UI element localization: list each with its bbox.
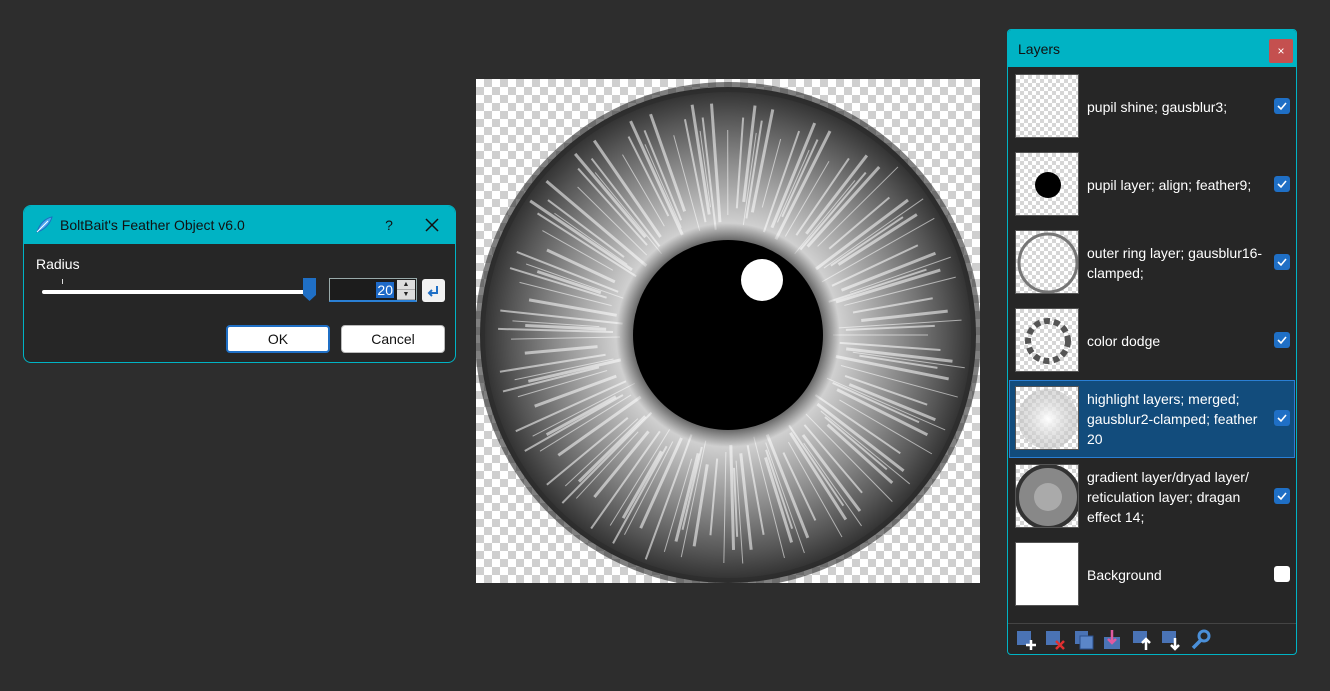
layer-thumbnail <box>1015 230 1079 294</box>
feather-object-dialog: BoltBait's Feather Object v6.0 ? Radius … <box>23 205 456 363</box>
radius-spinner[interactable]: ▲ ▼ <box>397 280 415 300</box>
layer-thumbnail <box>1015 74 1079 138</box>
checkmark-icon <box>1277 336 1287 345</box>
duplicate-layer-icon[interactable] <box>1072 628 1096 652</box>
layer-row[interactable]: pupil layer; align; feather9; <box>1009 146 1295 224</box>
dodge-thumbnail-image <box>1025 318 1071 364</box>
layers-close-button[interactable]: × <box>1269 39 1293 63</box>
layer-thumbnail <box>1015 308 1079 372</box>
layer-name: highlight layers; merged; gausblur2-clam… <box>1087 391 1258 447</box>
layer-properties-icon[interactable] <box>1188 628 1212 652</box>
layer-name: pupil shine; gausblur3; <box>1087 99 1228 115</box>
layer-thumbnail <box>1015 152 1079 216</box>
close-icon <box>425 218 439 232</box>
layer-visibility-checkbox[interactable] <box>1274 410 1290 426</box>
layer-visibility-checkbox[interactable] <box>1274 254 1290 270</box>
layer-name: outer ring layer; gausblur16-clamped; <box>1087 245 1263 281</box>
layer-thumbnail <box>1015 542 1079 606</box>
radius-slider-track[interactable] <box>42 290 312 294</box>
checkmark-icon <box>1277 180 1287 189</box>
layer-thumbnail <box>1015 464 1079 528</box>
reset-button[interactable] <box>422 279 445 302</box>
cancel-button[interactable]: Cancel <box>341 325 445 353</box>
layer-name: color dodge <box>1087 333 1161 349</box>
layer-row[interactable]: color dodge <box>1009 302 1295 380</box>
layer-row[interactable]: pupil shine; gausblur3; <box>1009 68 1295 146</box>
checkmark-icon <box>1277 414 1287 423</box>
layer-name: pupil layer; align; feather9; <box>1087 177 1252 193</box>
add-layer-icon[interactable] <box>1014 628 1038 652</box>
layer-visibility-checkbox[interactable] <box>1274 176 1290 192</box>
ring-thumbnail-image <box>1017 232 1078 293</box>
layer-visibility-checkbox[interactable] <box>1274 488 1290 504</box>
dialog-title: BoltBait's Feather Object v6.0 <box>60 217 245 233</box>
eye-image <box>476 82 980 583</box>
slider-tick <box>62 279 63 284</box>
merge-layer-down-icon[interactable] <box>1101 628 1125 652</box>
move-layer-up-icon[interactable] <box>1130 628 1154 652</box>
layer-row[interactable]: Background <box>1009 536 1295 614</box>
delete-layer-icon[interactable] <box>1043 628 1067 652</box>
pupil-thumbnail-image <box>1035 172 1061 198</box>
layer-name: gradient layer/dryad layer/ reticulation… <box>1087 469 1249 525</box>
layer-thumbnail <box>1015 386 1079 450</box>
layer-visibility-checkbox[interactable] <box>1274 98 1290 114</box>
layers-title: Layers <box>1018 40 1061 57</box>
layer-row[interactable]: highlight layers; merged; gausblur2-clam… <box>1009 380 1295 458</box>
checkmark-icon <box>1277 492 1287 501</box>
dialog-title-bar[interactable]: BoltBait's Feather Object v6.0 ? <box>24 206 455 244</box>
checkmark-icon <box>1277 258 1287 267</box>
layer-row[interactable]: outer ring layer; gausblur16-clamped; <box>1009 224 1295 302</box>
radius-label: Radius <box>36 256 80 272</box>
layers-title-bar[interactable]: Layers × <box>1008 30 1296 67</box>
layer-row[interactable]: gradient layer/dryad layer/ reticulation… <box>1009 458 1295 536</box>
radius-value: 20 <box>376 282 394 298</box>
checkmark-icon <box>1277 102 1287 111</box>
spin-down-icon[interactable]: ▼ <box>397 290 415 300</box>
highlight-thumbnail-image <box>1018 389 1078 449</box>
layer-name: Background <box>1087 567 1162 583</box>
layers-panel: Layers × pupil shine; gausblur3; pupil l… <box>1007 29 1297 655</box>
gradient-thumbnail-image <box>1016 465 1078 527</box>
radius-slider-thumb[interactable] <box>303 278 316 301</box>
dialog-close-button[interactable] <box>409 206 455 244</box>
feather-icon <box>36 216 53 233</box>
spin-up-icon[interactable]: ▲ <box>397 280 415 290</box>
layer-visibility-checkbox[interactable] <box>1274 566 1290 582</box>
image-canvas[interactable] <box>476 79 980 583</box>
reset-icon <box>427 286 438 297</box>
layer-visibility-checkbox[interactable] <box>1274 332 1290 348</box>
radius-number-input[interactable]: 20 ▲ ▼ <box>329 278 417 302</box>
ok-button[interactable]: OK <box>226 325 330 353</box>
layers-toolbar <box>1008 623 1296 654</box>
move-layer-down-icon[interactable] <box>1159 628 1183 652</box>
help-button[interactable]: ? <box>369 217 409 233</box>
